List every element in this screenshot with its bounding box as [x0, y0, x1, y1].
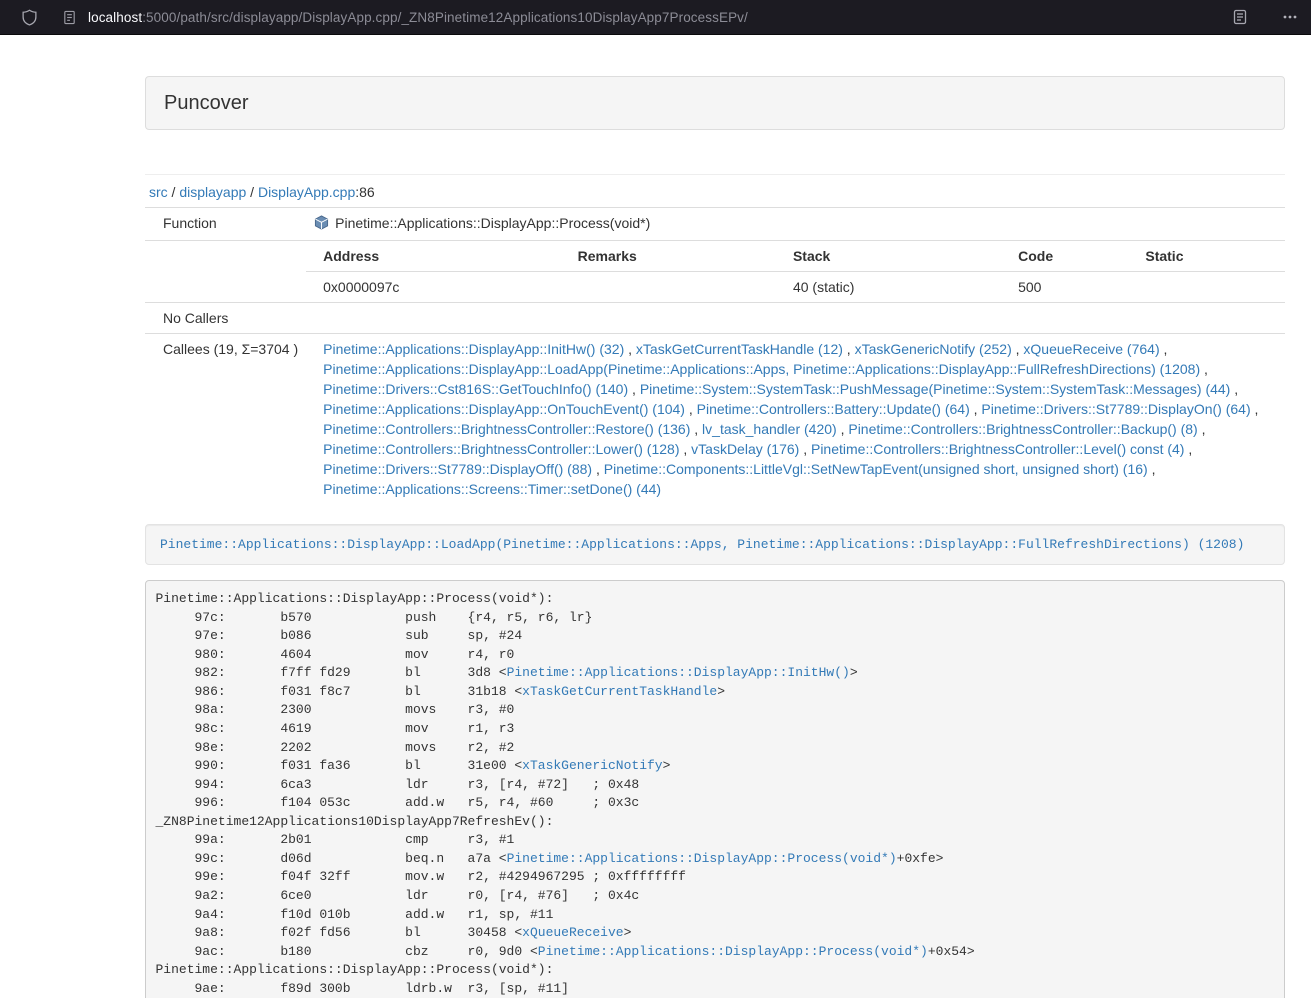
- function-name: Pinetime::Applications::DisplayApp::Proc…: [335, 215, 650, 231]
- details-header-row: Address Remarks Stack Code Static: [306, 241, 1285, 272]
- column-header-static: Static: [1128, 241, 1285, 272]
- breadcrumb-separator: /: [168, 184, 180, 200]
- callees-row: Callees (19, Σ=3704 ) Pinetime::Applicat…: [145, 333, 1285, 504]
- tracking-protection-shield-icon[interactable]: [16, 4, 42, 30]
- symbol-link[interactable]: xTaskGenericNotify: [522, 758, 662, 773]
- callee-link[interactable]: vTaskDelay (176): [691, 441, 799, 457]
- no-callers-row: No Callers: [145, 302, 1285, 333]
- function-details-table: Address Remarks Stack Code Static 0x0000…: [306, 241, 1285, 302]
- disassembly-code: Pinetime::Applications::DisplayApp::Proc…: [145, 580, 1285, 998]
- no-callers-cell: [306, 302, 1285, 333]
- callees-label: Callees (19, Σ=3704 ): [145, 333, 306, 504]
- stack-value: 40 (static): [776, 271, 1001, 302]
- function-row: Function Pinetime::Applications::Display…: [145, 207, 1285, 240]
- browser-chrome: localhost:5000/path/src/displayapp/Displ…: [0, 0, 1311, 35]
- function-table: Function Pinetime::Applications::Display…: [145, 207, 1285, 504]
- page-title-panel: Puncover: [145, 76, 1285, 130]
- divider: [145, 174, 1285, 175]
- callee-link[interactable]: Pinetime::Applications::DisplayApp::OnTo…: [323, 401, 685, 417]
- remarks-value: [561, 271, 776, 302]
- column-header-remarks: Remarks: [561, 241, 776, 272]
- column-header-address: Address: [306, 241, 561, 272]
- callee-link[interactable]: Pinetime::Applications::Screens::Timer::…: [323, 481, 661, 497]
- function-details-row: Address Remarks Stack Code Static 0x0000…: [145, 240, 1285, 302]
- column-header-stack: Stack: [776, 241, 1001, 272]
- function-cube-icon: [314, 215, 329, 235]
- breadcrumb: src / displayapp / DisplayApp.cpp:86: [149, 183, 1285, 203]
- highlighted-symbol-link[interactable]: Pinetime::Applications::DisplayApp::Load…: [160, 537, 1244, 552]
- callee-link[interactable]: Pinetime::Controllers::BrightnessControl…: [848, 421, 1197, 437]
- page-title: Puncover: [164, 91, 1266, 115]
- callee-link[interactable]: Pinetime::Applications::DisplayApp::Load…: [323, 361, 1200, 377]
- page-actions-menu-icon[interactable]: [1277, 4, 1303, 30]
- url-host: localhost: [88, 10, 142, 25]
- column-header-code: Code: [1001, 241, 1128, 272]
- callees-list: Pinetime::Applications::DisplayApp::Init…: [306, 333, 1285, 504]
- callee-link[interactable]: xTaskGenericNotify (252): [855, 341, 1012, 357]
- callee-link[interactable]: Pinetime::Controllers::BrightnessControl…: [323, 441, 679, 457]
- no-callers-label: No Callers: [145, 302, 306, 333]
- callee-link[interactable]: lv_task_handler (420): [702, 421, 837, 437]
- highlighted-symbol-box: Pinetime::Applications::DisplayApp::Load…: [145, 524, 1285, 565]
- callee-link[interactable]: Pinetime::System::SystemTask::PushMessag…: [640, 381, 1231, 397]
- callee-link[interactable]: Pinetime::Controllers::Battery::Update()…: [697, 401, 970, 417]
- callee-link[interactable]: Pinetime::Drivers::St7789::DisplayOff() …: [323, 461, 592, 477]
- symbol-link[interactable]: xQueueReceive: [522, 925, 623, 940]
- callee-link[interactable]: xTaskGetCurrentTaskHandle (12): [636, 341, 843, 357]
- page-content: Puncover src / displayapp / DisplayApp.c…: [0, 35, 1311, 998]
- url-bar[interactable]: localhost:5000/path/src/displayapp/Displ…: [42, 4, 748, 30]
- reader-view-icon[interactable]: [1227, 4, 1253, 30]
- code-value: 500: [1001, 271, 1128, 302]
- address-value: 0x0000097c: [306, 271, 561, 302]
- callee-link[interactable]: Pinetime::Controllers::BrightnessControl…: [323, 421, 690, 437]
- function-details-cell: Address Remarks Stack Code Static 0x0000…: [306, 240, 1285, 302]
- breadcrumb-link-file[interactable]: DisplayApp.cpp: [258, 184, 355, 200]
- callee-link[interactable]: Pinetime::Controllers::BrightnessControl…: [811, 441, 1184, 457]
- url-text[interactable]: localhost:5000/path/src/displayapp/Displ…: [88, 10, 748, 25]
- details-data-row: 0x0000097c 40 (static) 500: [306, 271, 1285, 302]
- url-path: :5000/path/src/displayapp/DisplayApp.cpp…: [142, 10, 748, 25]
- empty-label-cell: [145, 240, 306, 302]
- symbol-link[interactable]: xTaskGetCurrentTaskHandle: [522, 684, 717, 699]
- breadcrumb-link-src[interactable]: src: [149, 184, 168, 200]
- breadcrumb-separator: /: [246, 184, 258, 200]
- page-info-icon[interactable]: [56, 4, 82, 30]
- breadcrumb-link-displayapp[interactable]: displayapp: [179, 184, 246, 200]
- callee-link[interactable]: xQueueReceive (764): [1023, 341, 1159, 357]
- callee-link[interactable]: Pinetime::Drivers::St7789::DisplayOn() (…: [981, 401, 1250, 417]
- callee-link[interactable]: Pinetime::Drivers::Cst816S::GetTouchInfo…: [323, 381, 628, 397]
- callee-link[interactable]: Pinetime::Applications::DisplayApp::Init…: [323, 341, 624, 357]
- symbol-link[interactable]: Pinetime::Applications::DisplayApp::Proc…: [538, 944, 928, 959]
- function-row-label: Function: [145, 207, 306, 240]
- breadcrumb-line-number: :86: [355, 184, 374, 200]
- symbol-link[interactable]: Pinetime::Applications::DisplayApp::Proc…: [507, 851, 897, 866]
- static-value: [1128, 271, 1285, 302]
- symbol-link[interactable]: Pinetime::Applications::DisplayApp::Init…: [507, 665, 850, 680]
- callee-link[interactable]: Pinetime::Components::LittleVgl::SetNewT…: [604, 461, 1148, 477]
- function-name-cell: Pinetime::Applications::DisplayApp::Proc…: [306, 207, 1285, 240]
